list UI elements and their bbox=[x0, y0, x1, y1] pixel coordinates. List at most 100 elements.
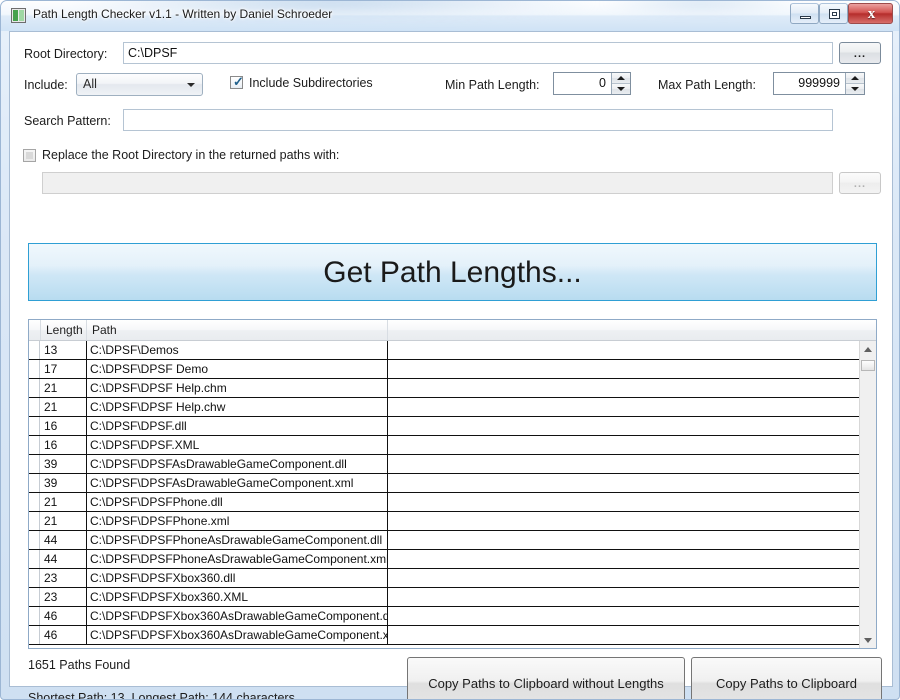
cell-path[interactable]: C:\DPSF\DPSFPhone.dll bbox=[87, 493, 388, 511]
search-pattern-input[interactable] bbox=[123, 109, 833, 131]
app-icon bbox=[11, 8, 26, 23]
row-selector-cell[interactable] bbox=[29, 493, 40, 511]
cell-length[interactable]: 16 bbox=[41, 436, 87, 454]
row-selector-cell[interactable] bbox=[29, 607, 40, 625]
cell-path[interactable]: C:\DPSF\DPSF Help.chw bbox=[87, 398, 388, 416]
table-row[interactable]: 39 C:\DPSF\DPSFAsDrawableGameComponent.xm… bbox=[29, 474, 876, 493]
window-title: Path Length Checker v1.1 - Written by Da… bbox=[33, 7, 333, 21]
cell-length[interactable]: 39 bbox=[41, 455, 87, 473]
max-path-length-value[interactable]: 999999 bbox=[774, 73, 844, 94]
copy-paths-to-clipboard-button[interactable]: Copy Paths to Clipboard bbox=[691, 657, 882, 699]
row-selector-cell[interactable] bbox=[29, 417, 40, 435]
include-subdirectories-checkbox[interactable]: ✓ bbox=[230, 75, 244, 89]
table-row[interactable]: 23 C:\DPSF\DPSFXbox360.XML bbox=[29, 588, 876, 607]
table-row[interactable]: 16 C:\DPSF\DPSF.dll bbox=[29, 417, 876, 436]
copy-paths-to-clipboard-label: Copy Paths to Clipboard bbox=[716, 676, 857, 691]
root-directory-input[interactable] bbox=[123, 42, 833, 64]
grid-header-path[interactable]: Path bbox=[87, 320, 388, 340]
close-button[interactable]: x bbox=[848, 3, 893, 24]
min-path-length-stepper[interactable]: 0 bbox=[553, 72, 631, 95]
cell-length[interactable]: 23 bbox=[41, 569, 87, 587]
cell-path[interactable]: C:\DPSF\DPSFXbox360.dll bbox=[87, 569, 388, 587]
scroll-down-button[interactable] bbox=[860, 632, 876, 648]
row-selector-cell[interactable] bbox=[29, 588, 40, 606]
table-row[interactable]: 46 C:\DPSF\DPSFXbox360AsDrawableGameCompo… bbox=[29, 626, 876, 645]
table-row[interactable]: 39 C:\DPSF\DPSFAsDrawableGameComponent.dl… bbox=[29, 455, 876, 474]
cell-length[interactable]: 21 bbox=[41, 398, 87, 416]
get-path-lengths-button[interactable]: Get Path Lengths... bbox=[28, 243, 877, 301]
replace-root-directory-input[interactable] bbox=[42, 172, 833, 194]
cell-path[interactable]: C:\DPSF\DPSFXbox360AsDrawableGameCompone… bbox=[87, 626, 388, 644]
table-row[interactable]: 23 C:\DPSF\DPSFXbox360.dll bbox=[29, 569, 876, 588]
include-dropdown[interactable]: All bbox=[76, 73, 203, 96]
cell-length[interactable]: 44 bbox=[41, 531, 87, 549]
table-row[interactable]: 46 C:\DPSF\DPSFXbox360AsDrawableGameCompo… bbox=[29, 607, 876, 626]
grid-header-length[interactable]: Length bbox=[41, 320, 87, 340]
row-selector-cell[interactable] bbox=[29, 379, 40, 397]
row-selector-cell[interactable] bbox=[29, 512, 40, 530]
cell-path[interactable]: C:\DPSF\DPSF.dll bbox=[87, 417, 388, 435]
max-path-length-down-button[interactable] bbox=[846, 83, 864, 94]
cell-length[interactable]: 21 bbox=[41, 493, 87, 511]
cell-path[interactable]: C:\DPSF\DPSF.XML bbox=[87, 436, 388, 454]
cell-path[interactable]: C:\DPSF\DPSFAsDrawableGameComponent.dll bbox=[87, 455, 388, 473]
cell-length[interactable]: 23 bbox=[41, 588, 87, 606]
max-path-length-stepper[interactable]: 999999 bbox=[773, 72, 865, 95]
row-selector-cell[interactable] bbox=[29, 626, 40, 644]
row-selector-cell[interactable] bbox=[29, 398, 40, 416]
maximize-button[interactable] bbox=[819, 3, 848, 24]
replace-root-directory-checkbox[interactable] bbox=[23, 149, 36, 162]
table-row[interactable]: 17 C:\DPSF\DPSF Demo bbox=[29, 360, 876, 379]
cell-length[interactable]: 46 bbox=[41, 626, 87, 644]
scroll-up-button[interactable] bbox=[860, 341, 876, 358]
table-row[interactable]: 21 C:\DPSF\DPSF Help.chw bbox=[29, 398, 876, 417]
cell-path[interactable]: C:\DPSF\DPSFPhone.xml bbox=[87, 512, 388, 530]
min-path-length-up-button[interactable] bbox=[612, 73, 630, 84]
cell-path[interactable]: C:\DPSF\DPSFPhoneAsDrawableGameComponent… bbox=[87, 531, 388, 549]
cell-path[interactable]: C:\DPSF\Demos bbox=[87, 341, 388, 359]
row-selector-cell[interactable] bbox=[29, 531, 40, 549]
cell-length[interactable]: 44 bbox=[41, 550, 87, 568]
table-row[interactable]: 21 C:\DPSF\DPSFPhone.xml bbox=[29, 512, 876, 531]
row-selector-cell[interactable] bbox=[29, 360, 40, 378]
row-selector-cell[interactable] bbox=[29, 474, 40, 492]
root-directory-browse-button[interactable]: ... bbox=[839, 42, 881, 64]
cell-path[interactable]: C:\DPSF\DPSFXbox360AsDrawableGameCompone… bbox=[87, 607, 388, 625]
cell-path[interactable]: C:\DPSF\DPSF Help.chm bbox=[87, 379, 388, 397]
table-row[interactable]: 16 C:\DPSF\DPSF.XML bbox=[29, 436, 876, 455]
row-selector-cell[interactable] bbox=[29, 341, 40, 359]
min-path-length-down-button[interactable] bbox=[612, 83, 630, 94]
cell-path[interactable]: C:\DPSF\DPSFAsDrawableGameComponent.xml bbox=[87, 474, 388, 492]
cell-length[interactable]: 21 bbox=[41, 512, 87, 530]
scrollbar-thumb[interactable] bbox=[861, 360, 875, 371]
cell-length[interactable]: 39 bbox=[41, 474, 87, 492]
table-row[interactable]: 13 C:\DPSF\Demos bbox=[29, 341, 876, 360]
table-row[interactable]: 44 C:\DPSF\DPSFPhoneAsDrawableGameCompone… bbox=[29, 531, 876, 550]
row-selector-cell[interactable] bbox=[29, 569, 40, 587]
replace-root-directory-browse-button[interactable]: ... bbox=[839, 172, 881, 194]
cell-length[interactable]: 17 bbox=[41, 360, 87, 378]
triangle-up-icon bbox=[617, 75, 625, 80]
row-selector-cell[interactable] bbox=[29, 550, 40, 568]
cell-path[interactable]: C:\DPSF\DPSFPhoneAsDrawableGameComponent… bbox=[87, 550, 388, 568]
results-grid[interactable]: Length Path 13 C:\DPSF\Demos 17 C:\DPSF\DPS… bbox=[28, 319, 877, 649]
min-path-length-updown[interactable] bbox=[611, 73, 630, 94]
cell-path[interactable]: C:\DPSF\DPSFXbox360.XML bbox=[87, 588, 388, 606]
min-path-length-value[interactable]: 0 bbox=[554, 73, 610, 94]
table-row[interactable]: 44 C:\DPSF\DPSFPhoneAsDrawableGameCompone… bbox=[29, 550, 876, 569]
copy-paths-without-lengths-button[interactable]: Copy Paths to Clipboard without Lengths bbox=[407, 657, 685, 699]
max-path-length-updown[interactable] bbox=[845, 73, 864, 94]
minimize-button[interactable] bbox=[790, 3, 819, 24]
search-pattern-label: Search Pattern: bbox=[24, 114, 111, 128]
cell-path[interactable]: C:\DPSF\DPSF Demo bbox=[87, 360, 388, 378]
cell-length[interactable]: 21 bbox=[41, 379, 87, 397]
row-selector-cell[interactable] bbox=[29, 436, 40, 454]
cell-length[interactable]: 16 bbox=[41, 417, 87, 435]
cell-length[interactable]: 13 bbox=[41, 341, 87, 359]
table-row[interactable]: 21 C:\DPSF\DPSFPhone.dll bbox=[29, 493, 876, 512]
grid-vertical-scrollbar[interactable] bbox=[859, 341, 876, 648]
max-path-length-up-button[interactable] bbox=[846, 73, 864, 84]
table-row[interactable]: 21 C:\DPSF\DPSF Help.chm bbox=[29, 379, 876, 398]
row-selector-cell[interactable] bbox=[29, 455, 40, 473]
cell-length[interactable]: 46 bbox=[41, 607, 87, 625]
